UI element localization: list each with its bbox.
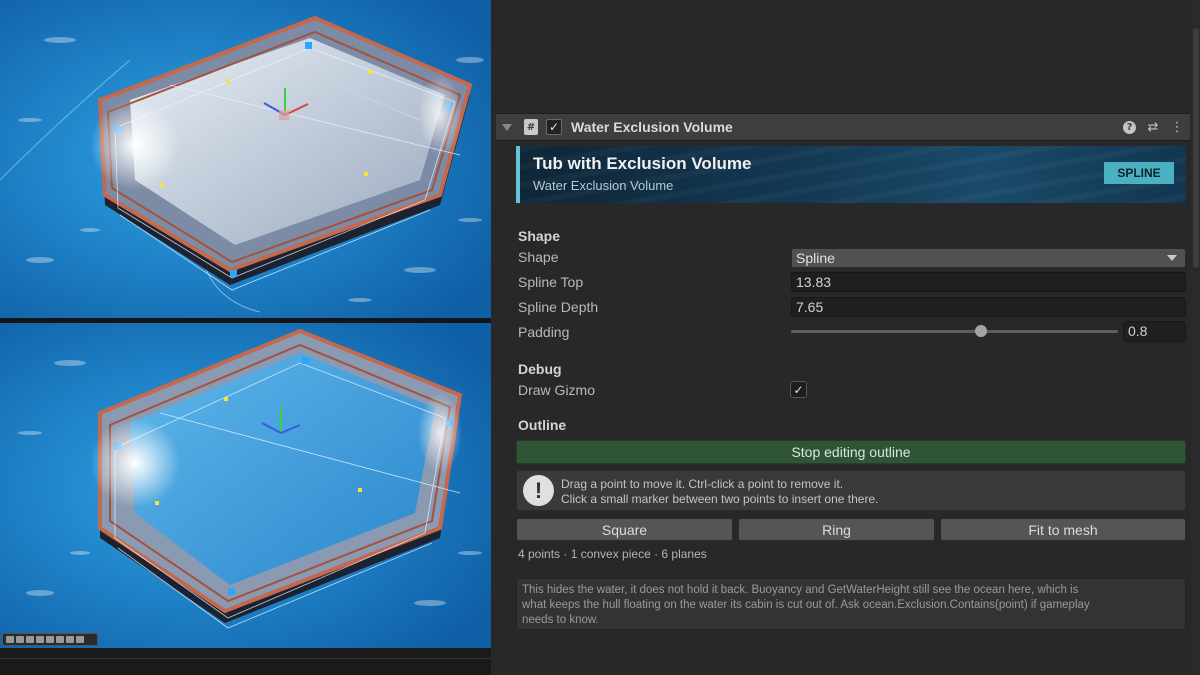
section-heading-outline: Outline xyxy=(518,417,567,433)
transform-tool-icon[interactable] xyxy=(56,636,64,643)
banner-subtitle: Water Exclusion Volume xyxy=(533,178,674,193)
scene-view-top[interactable] xyxy=(0,0,491,318)
check-icon: ✓ xyxy=(793,382,804,397)
note-line-1: This hides the water, it does not hold i… xyxy=(522,584,1079,596)
component-enabled-checkbox[interactable]: ✓ xyxy=(546,119,562,135)
help-text-line-2: Click a small marker between two points … xyxy=(561,492,879,506)
more-icon[interactable]: ⋮ xyxy=(1170,120,1184,135)
spline-top-label: Spline Top xyxy=(518,274,584,290)
rect-tool-icon[interactable] xyxy=(46,636,54,643)
padding-value-field[interactable]: 0.8 xyxy=(1123,321,1186,342)
draw-gizmo-label: Draw Gizmo xyxy=(518,382,596,398)
spline-depth-label: Spline Depth xyxy=(518,299,599,315)
outline-stats: 4 points · 1 convex piece · 6 planes xyxy=(518,547,707,561)
padding-slider-handle[interactable] xyxy=(974,325,987,337)
hand-tool-icon[interactable] xyxy=(6,636,14,643)
shape-label: Shape xyxy=(518,249,559,265)
spline-top-field[interactable]: 13.83 xyxy=(791,272,1186,292)
scene-status-strip xyxy=(0,648,491,675)
fit-to-mesh-button[interactable]: Fit to mesh xyxy=(940,518,1186,541)
ring-button[interactable]: Ring xyxy=(738,518,935,541)
more-tools-icon[interactable] xyxy=(76,636,84,643)
chevron-down-icon xyxy=(1167,255,1177,261)
scene-tool-overlay[interactable] xyxy=(2,633,98,646)
stop-editing-outline-button[interactable]: Stop editing outline xyxy=(516,440,1186,464)
scene-top-render xyxy=(0,0,491,318)
inspector-scrollbar-thumb[interactable] xyxy=(1193,28,1199,268)
inspector-scrollbar[interactable] xyxy=(1191,0,1200,675)
component-header[interactable]: # ✓ Water Exclusion Volume ? ⇄ ⋮ xyxy=(496,113,1190,141)
banner-title: Tub with Exclusion Volume xyxy=(533,154,752,173)
inspector-empty-area xyxy=(491,0,1200,113)
preset-icon[interactable]: ⇄ xyxy=(1146,120,1160,135)
spline-depth-field[interactable]: 7.65 xyxy=(791,297,1186,317)
move-tool-icon[interactable] xyxy=(16,636,24,643)
shape-dropdown-value: Spline xyxy=(796,250,835,266)
note-line-2: what keeps the hull floating on the wate… xyxy=(522,599,1090,611)
shape-type-badge: SPLINE xyxy=(1104,162,1174,184)
scale-tool-icon[interactable] xyxy=(36,636,44,643)
check-icon: ✓ xyxy=(548,120,560,134)
rotate-tool-icon[interactable] xyxy=(26,636,34,643)
padding-label: Padding xyxy=(518,324,570,340)
scene-bottom-render xyxy=(0,323,491,648)
scene-view-bottom[interactable] xyxy=(0,323,491,648)
info-note: This hides the water, it does not hold i… xyxy=(516,578,1186,630)
inspector-panel: # ✓ Water Exclusion Volume ? ⇄ ⋮ xyxy=(491,0,1200,675)
custom-tool-icon[interactable] xyxy=(66,636,74,643)
script-icon: # xyxy=(524,119,538,135)
help-icon[interactable]: ? xyxy=(1123,120,1136,134)
outline-help-box: ! Drag a point to move it. Ctrl-click a … xyxy=(516,470,1186,511)
component-banner: Tub with Exclusion Volume Water Exclusio… xyxy=(516,146,1186,203)
foldout-arrow-icon[interactable] xyxy=(502,123,512,131)
help-text-line-1: Drag a point to move it. Ctrl-click a po… xyxy=(561,477,844,491)
section-heading-shape: Shape xyxy=(518,228,561,244)
square-button[interactable]: Square xyxy=(516,518,733,541)
shape-dropdown[interactable]: Spline xyxy=(791,248,1186,268)
warning-icon: ! xyxy=(523,475,554,506)
note-line-3: needs to know. xyxy=(522,614,599,626)
component-title: Water Exclusion Volume xyxy=(571,119,733,135)
section-heading-debug: Debug xyxy=(518,361,562,377)
draw-gizmo-checkbox[interactable]: ✓ xyxy=(790,381,807,398)
padding-slider-track[interactable] xyxy=(791,330,1118,333)
